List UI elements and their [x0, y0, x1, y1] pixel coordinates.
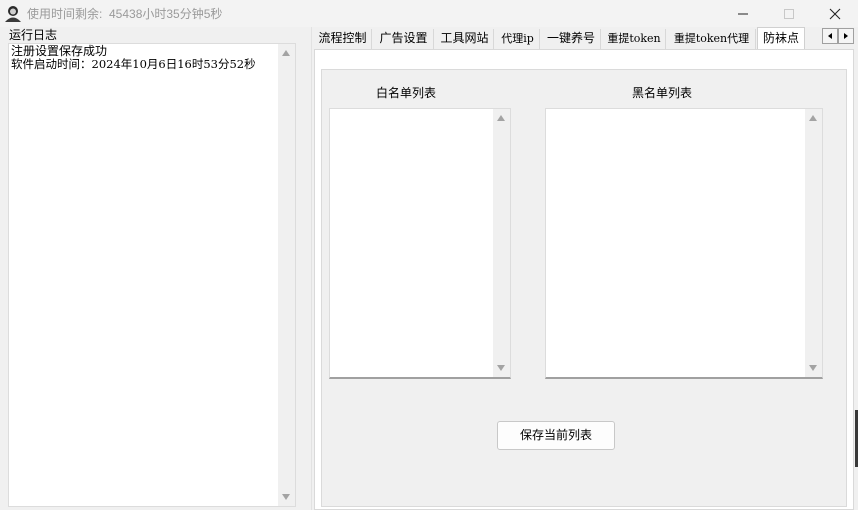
tab-anti-leak[interactable]: 防袜点 — [757, 27, 805, 50]
scroll-up-arrow-icon[interactable] — [497, 115, 505, 121]
tab-scroll-left-button[interactable] — [822, 28, 838, 44]
tab-ad-settings[interactable]: 广告设置 — [374, 29, 434, 49]
scroll-down-arrow-icon[interactable] — [497, 365, 505, 371]
scroll-up-arrow-icon[interactable] — [282, 50, 290, 56]
splitter[interactable] — [311, 27, 312, 510]
save-list-button[interactable]: 保存当前列表 — [497, 421, 615, 450]
tab-flow-control[interactable]: 流程控制 — [314, 29, 372, 49]
maximize-icon — [784, 8, 794, 19]
minimize-icon — [738, 13, 748, 14]
whitelist-scrollbar[interactable] — [493, 109, 510, 377]
log-scrollbar[interactable] — [278, 44, 295, 506]
close-icon — [829, 8, 841, 19]
log-line: 软件启动时间：2024年10月6日16时53分52秒 — [11, 57, 256, 71]
tab-account-nurture[interactable]: 一键养号 — [542, 29, 601, 49]
scroll-up-arrow-icon[interactable] — [809, 115, 817, 121]
chevron-right-icon — [844, 33, 848, 39]
maximize-button[interactable] — [766, 0, 812, 27]
app-avatar-icon — [4, 4, 22, 22]
window-title: 使用时间剩余: 45438小时35分钟5秒 — [27, 7, 223, 21]
minimize-button[interactable] — [720, 0, 766, 27]
tab-proxy-ip[interactable]: 代理ip — [496, 29, 540, 49]
close-button[interactable] — [812, 0, 858, 27]
scroll-down-arrow-icon[interactable] — [809, 365, 817, 371]
log-label: 运行日志 — [9, 28, 58, 42]
tab-refetch-token-proxy[interactable]: 重提token代理 — [668, 29, 756, 49]
chevron-left-icon — [828, 33, 832, 39]
blacklist-listbox[interactable] — [545, 108, 823, 379]
blacklist-title: 黑名单列表 — [631, 86, 692, 100]
tab-scroll-right-button[interactable] — [838, 28, 854, 44]
tab-tool-sites[interactable]: 工具网站 — [436, 29, 494, 49]
scroll-down-arrow-icon[interactable] — [282, 494, 290, 500]
whitelist-listbox[interactable] — [329, 108, 511, 379]
log-content: 注册设置保存成功 软件启动时间：2024年10月6日16时53分52秒 — [11, 45, 279, 71]
log-textbox[interactable]: 注册设置保存成功 软件启动时间：2024年10月6日16时53分52秒 — [8, 43, 296, 507]
blacklist-scrollbar[interactable] — [805, 109, 822, 377]
whitelist-title: 白名单列表 — [375, 86, 436, 100]
tab-refetch-token[interactable]: 重提token — [603, 29, 666, 49]
title-bar: 使用时间剩余: 45438小时35分钟5秒 — [0, 0, 858, 27]
